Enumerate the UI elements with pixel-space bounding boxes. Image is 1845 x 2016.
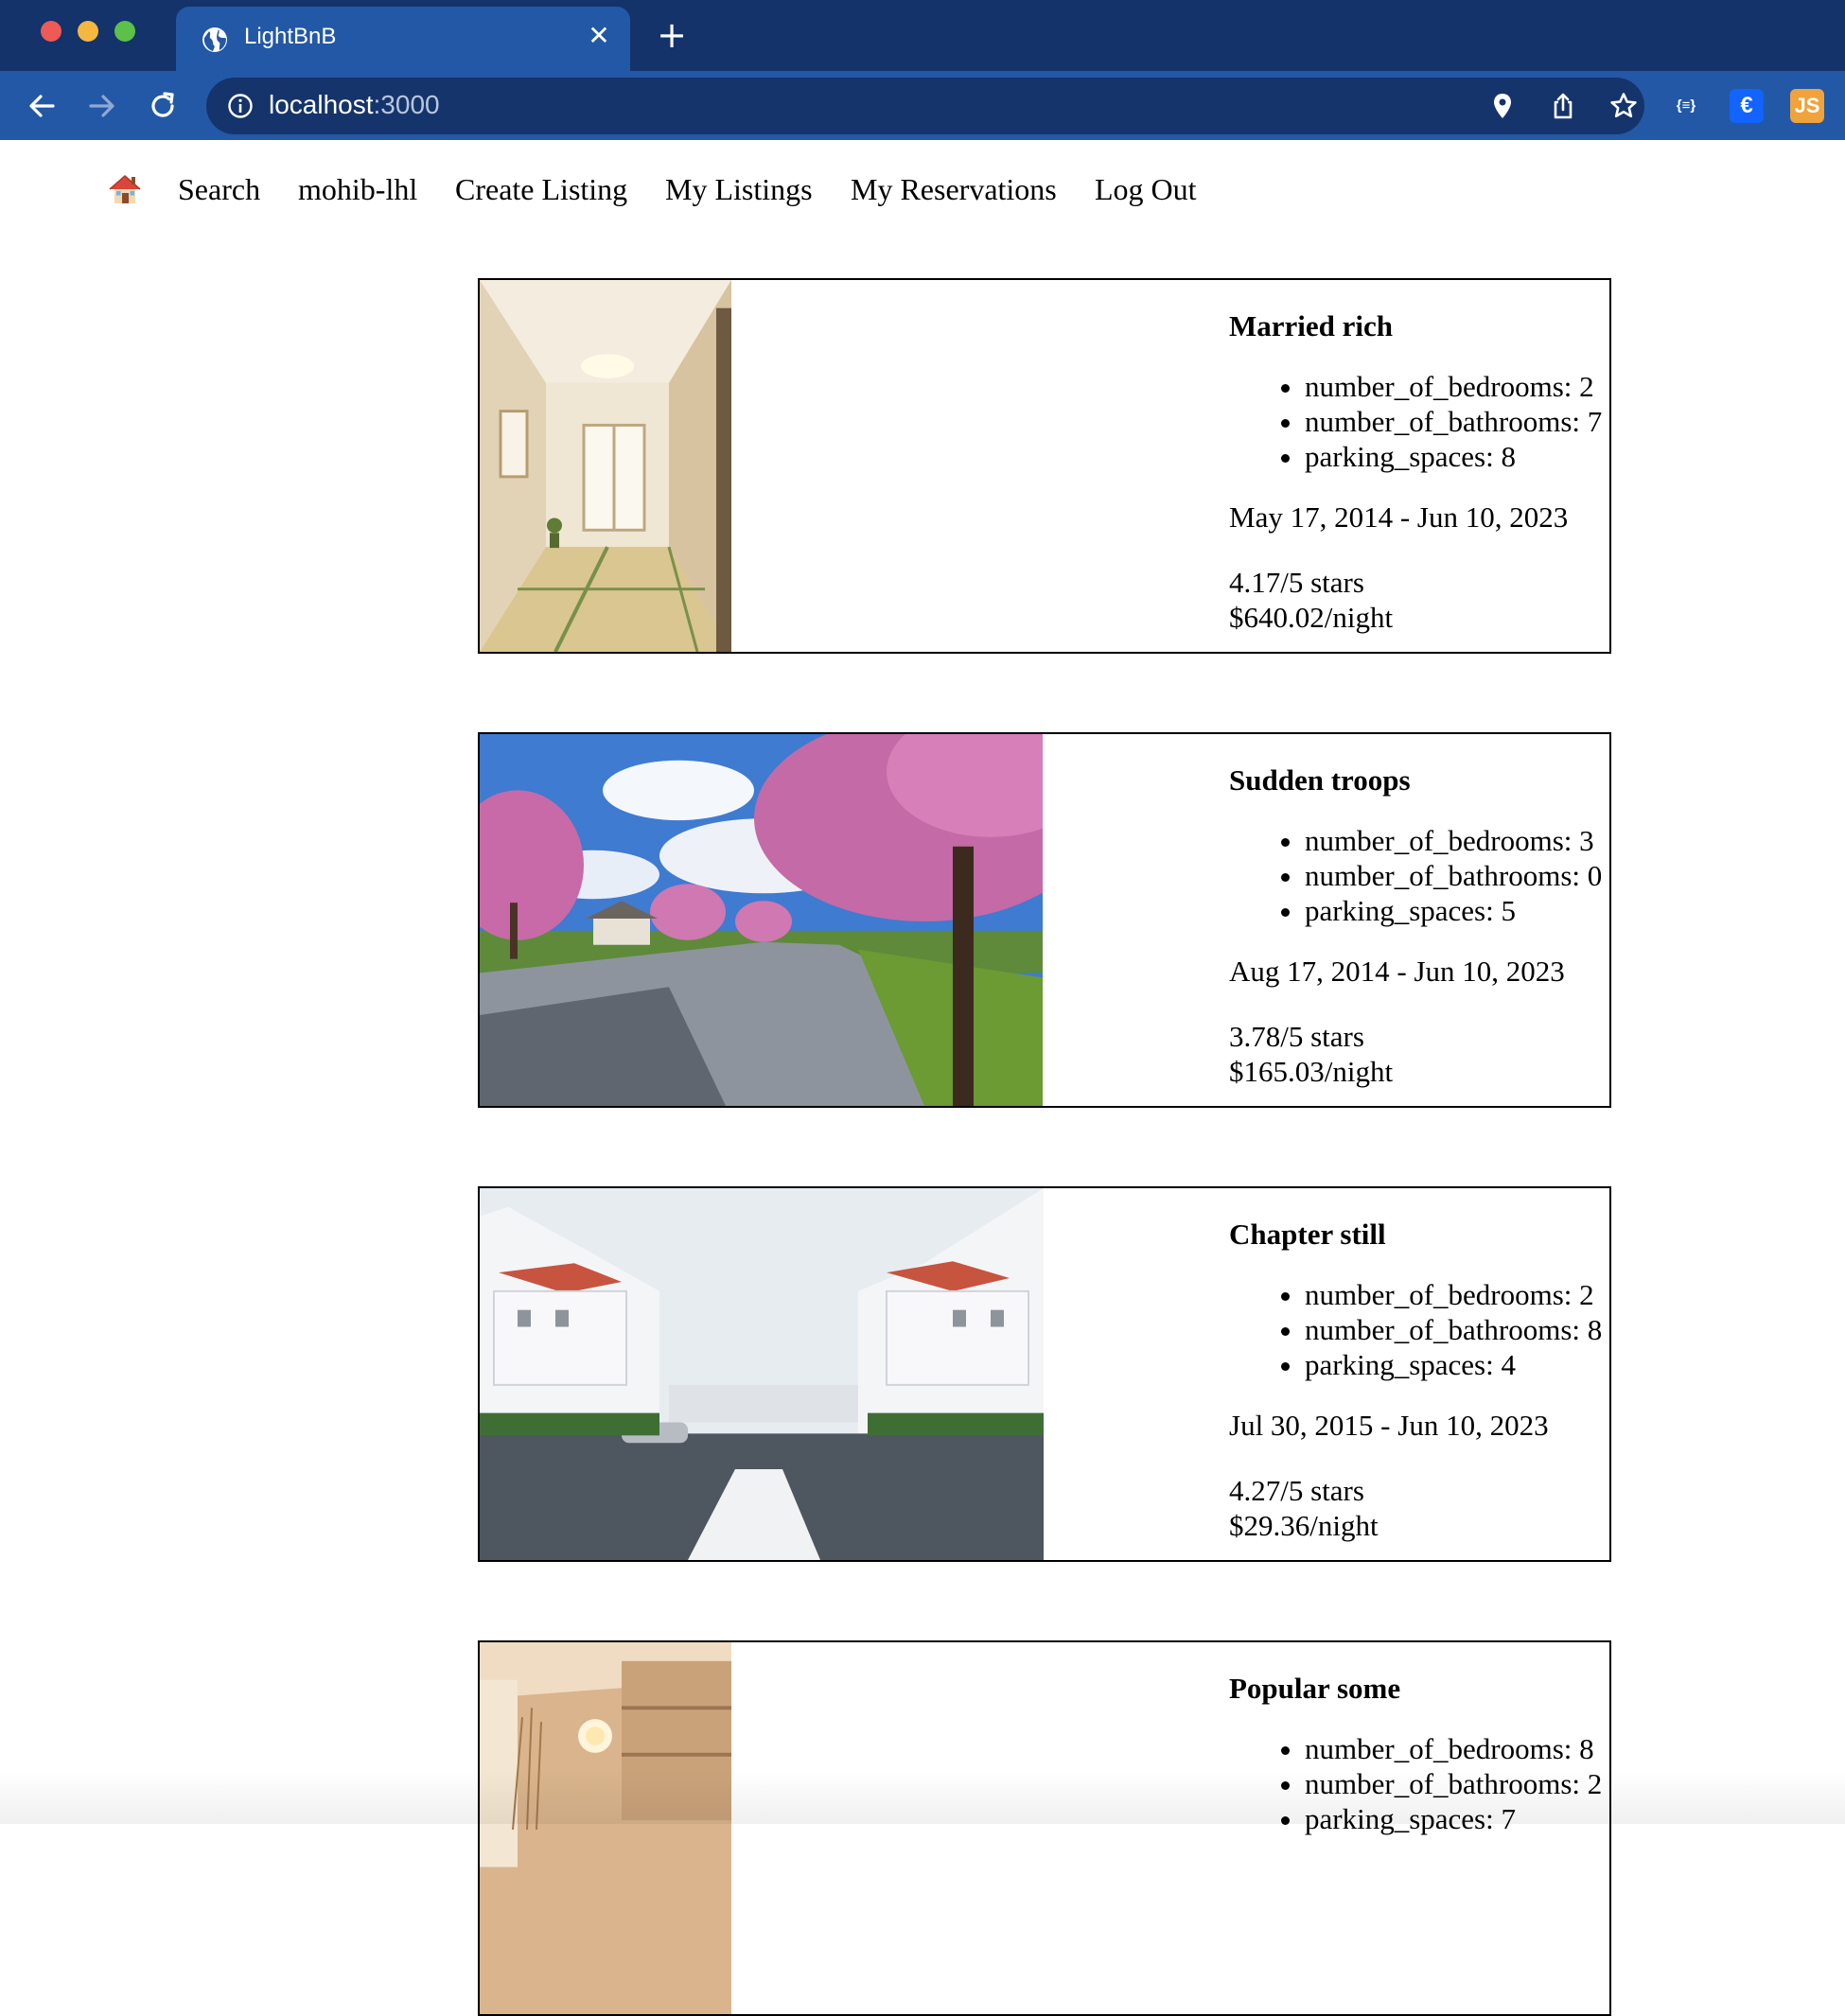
nav-my-listings-link[interactable]: My Listings [665, 171, 813, 207]
listing-title[interactable]: Popular some [1229, 1671, 1609, 1706]
feature-bathrooms: number_of_bathrooms: 2 [1305, 1766, 1609, 1801]
window-close-button[interactable] [41, 21, 62, 42]
feature-bedrooms: number_of_bedrooms: 2 [1305, 1277, 1609, 1312]
listing-features: number_of_bedrooms: 2 number_of_bathroom… [1229, 1277, 1609, 1382]
window-minimize-button[interactable] [78, 21, 98, 42]
tab-close-icon[interactable]: ✕ [585, 22, 613, 50]
reload-icon[interactable] [146, 89, 180, 123]
nav-create-listing-link[interactable]: Create Listing [455, 171, 627, 207]
listing-price: $640.02/night [1229, 601, 1394, 634]
house-icon[interactable] [108, 173, 142, 205]
listing-card[interactable]: Sudden troops number_of_bedrooms: 3 numb… [478, 732, 1611, 1108]
site-info-icon[interactable] [227, 93, 254, 119]
listing-photo [480, 280, 731, 652]
listing-title[interactable]: Married rich [1229, 308, 1609, 343]
listing-photo [480, 734, 1043, 1106]
forward-arrow-icon[interactable] [85, 89, 119, 123]
listing-card[interactable]: Married rich number_of_bedrooms: 2 numbe… [478, 278, 1611, 654]
listing-price: $165.03/night [1229, 1055, 1394, 1088]
euro-extension-icon[interactable]: € [1730, 89, 1764, 123]
listing-rating: 3.78/5 stars [1229, 1020, 1364, 1053]
address-bar[interactable]: localhost:3000 [206, 78, 1644, 134]
listing-dates: Aug 17, 2014 - Jun 10, 2023 [1229, 955, 1565, 988]
back-arrow-icon[interactable] [25, 89, 59, 123]
listing-details: Married rich number_of_bedrooms: 2 numbe… [1229, 308, 1609, 635]
browser-tab-lightbnb[interactable]: LightBnB ✕ [176, 7, 630, 71]
listing-details: Chapter still number_of_bedrooms: 2 numb… [1229, 1217, 1609, 1543]
feature-bathrooms: number_of_bathrooms: 0 [1305, 858, 1609, 893]
listing-title[interactable]: Chapter still [1229, 1217, 1609, 1252]
feature-parking: parking_spaces: 5 [1305, 893, 1609, 928]
browser-tab-strip: LightBnB ✕ + [0, 0, 1845, 71]
feature-bathrooms: number_of_bathrooms: 8 [1305, 1312, 1609, 1347]
location-pin-icon[interactable] [1487, 91, 1518, 121]
url-text[interactable]: localhost:3000 [269, 90, 440, 120]
listing-rating: 4.17/5 stars [1229, 566, 1364, 599]
listing-dates: May 17, 2014 - Jun 10, 2023 [1229, 500, 1569, 534]
listing-details: Popular some number_of_bedrooms: 8 numbe… [1229, 1671, 1609, 1862]
feature-bathrooms: number_of_bathrooms: 7 [1305, 404, 1609, 439]
browser-toolbar: localhost:3000 {≡} € JS [0, 71, 1845, 140]
json-formatter-extension-icon[interactable]: {≡} [1669, 89, 1703, 123]
tab-title: LightBnB [244, 24, 337, 49]
listing-card[interactable]: Chapter still number_of_bedrooms: 2 numb… [478, 1186, 1611, 1562]
feature-parking: parking_spaces: 7 [1305, 1801, 1609, 1836]
feature-parking: parking_spaces: 4 [1305, 1347, 1609, 1382]
nav-user-link[interactable]: mohib-lhl [298, 171, 417, 207]
listing-dates: Jul 30, 2015 - Jun 10, 2023 [1229, 1409, 1549, 1442]
listing-price: $29.36/night [1229, 1509, 1379, 1542]
listing-rating: 4.27/5 stars [1229, 1474, 1364, 1507]
globe-icon [202, 27, 227, 52]
listing-photo [480, 1642, 731, 2014]
feature-bedrooms: number_of_bedrooms: 3 [1305, 823, 1609, 858]
listing-title[interactable]: Sudden troops [1229, 763, 1609, 798]
share-icon[interactable] [1548, 91, 1578, 121]
new-tab-icon[interactable]: + [655, 17, 689, 53]
js-extension-icon[interactable]: JS [1790, 89, 1824, 123]
bookmark-star-icon[interactable] [1608, 91, 1639, 121]
site-navbar: Search mohib-lhl Create Listing My Listi… [0, 142, 1845, 237]
feature-bedrooms: number_of_bedrooms: 2 [1305, 369, 1609, 404]
listing-card[interactable]: Popular some number_of_bedrooms: 8 numbe… [478, 1640, 1611, 2016]
nav-search-link[interactable]: Search [178, 171, 260, 207]
window-zoom-button[interactable] [114, 21, 135, 42]
listing-features: number_of_bedrooms: 2 number_of_bathroom… [1229, 369, 1609, 474]
listing-photo [480, 1188, 1044, 1560]
nav-my-reservations-link[interactable]: My Reservations [851, 171, 1057, 207]
feature-bedrooms: number_of_bedrooms: 8 [1305, 1731, 1609, 1766]
listing-details: Sudden troops number_of_bedrooms: 3 numb… [1229, 763, 1609, 1089]
feature-parking: parking_spaces: 8 [1305, 439, 1609, 474]
nav-log-out-link[interactable]: Log Out [1095, 171, 1197, 207]
listing-features: number_of_bedrooms: 3 number_of_bathroom… [1229, 823, 1609, 928]
listing-features: number_of_bedrooms: 8 number_of_bathroom… [1229, 1731, 1609, 1836]
